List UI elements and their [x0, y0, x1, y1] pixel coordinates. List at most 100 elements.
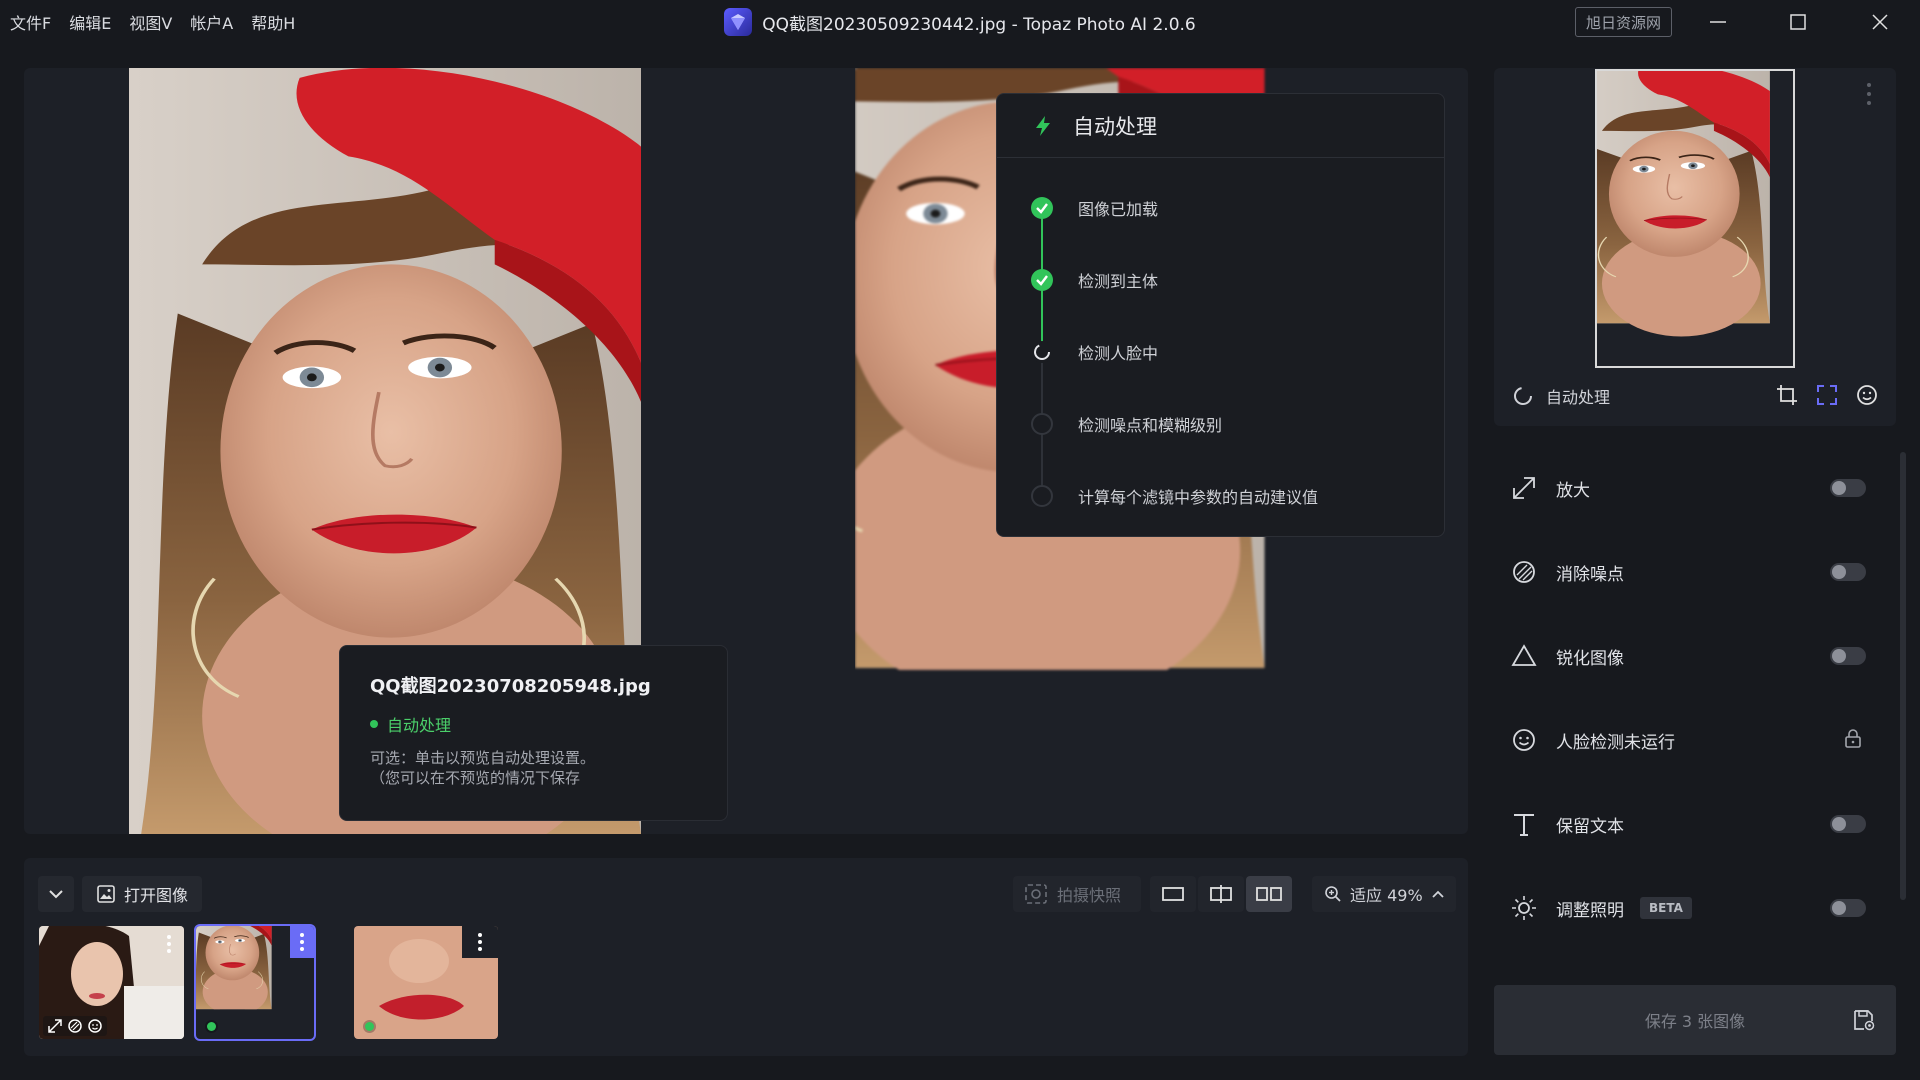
thumbnail-1[interactable]: [39, 926, 184, 1039]
fullscreen-icon[interactable]: [1816, 384, 1838, 406]
step-label: 计算每个滤镜中参数的自动建议值: [1078, 488, 1319, 507]
kebab-icon: [167, 935, 171, 953]
thumbnail-3-status-dot: [365, 1022, 374, 1031]
filter-text-toggle[interactable]: [1830, 815, 1866, 833]
filter-sharpen-label: 锐化图像: [1556, 648, 1624, 669]
filter-denoise-toggle[interactable]: [1830, 563, 1866, 581]
image-status: 自动处理: [370, 712, 697, 736]
filter-face-recovery[interactable]: 人脸检测未运行: [1494, 698, 1896, 782]
beta-badge: BETA: [1640, 897, 1692, 919]
filter-upscale[interactable]: 放大: [1494, 446, 1896, 530]
image-note-line-2: （您可以在不预览的情况下保存: [370, 769, 581, 787]
menu-help[interactable]: 帮助H: [251, 10, 295, 34]
thumbnail-2-status-dot: [207, 1022, 216, 1031]
filter-sharpen[interactable]: 锐化图像: [1494, 614, 1896, 698]
thumbnail-1-applied-filters: [43, 1016, 107, 1036]
upscale-icon: [48, 1019, 62, 1033]
minimize-icon: [1710, 21, 1726, 23]
face-icon: [1508, 724, 1540, 756]
chevron-down-icon: [49, 890, 63, 899]
filter-lighting-toggle[interactable]: [1830, 899, 1866, 917]
kebab-icon: [300, 933, 304, 951]
collapse-filmstrip-button[interactable]: [38, 876, 74, 912]
open-image-label: 打开图像: [124, 886, 189, 905]
save-images-button[interactable]: 保存 3 张图像: [1494, 985, 1896, 1055]
filter-list: 放大 消除噪点 锐化图像 人脸检测未运行 保留文本 调整照明 BETA: [1494, 446, 1896, 950]
split-view-button[interactable]: [1198, 876, 1244, 912]
maximize-button[interactable]: [1758, 0, 1838, 44]
autopilot-status[interactable]: 自动处理: [1512, 384, 1610, 408]
filter-denoise-label: 消除噪点: [1556, 564, 1624, 585]
filter-upscale-toggle[interactable]: [1830, 479, 1866, 497]
title-bar: 文件F 编辑E 视图V 帐户A 帮助H QQ截图20230509230442.j…: [0, 0, 1920, 44]
navigator-image: [1597, 71, 1793, 366]
text-icon: [1508, 808, 1540, 840]
step-compute-params: 计算每个滤镜中参数的自动建议值: [997, 460, 1444, 532]
thumbnail-3-menu-button[interactable]: [462, 926, 498, 958]
navigator-more-button[interactable]: [1866, 82, 1880, 110]
spinner-icon: [1031, 341, 1053, 363]
zoom-control[interactable]: 适应 49%: [1312, 876, 1456, 912]
thumbnail-2[interactable]: [194, 924, 316, 1041]
maximize-icon: [1790, 14, 1806, 30]
image-status-text: 自动处理: [387, 716, 452, 735]
image-filename: QQ截图20230708205948.jpg: [370, 676, 651, 697]
filmstrip-panel: 打开图像 拍摄快照 适应 49%: [24, 858, 1468, 1056]
step-label: 图像已加载: [1078, 200, 1159, 219]
filter-denoise[interactable]: 消除噪点: [1494, 530, 1896, 614]
app-logo-icon: [724, 8, 753, 36]
autopilot-title: 自动处理: [1073, 114, 1157, 139]
filter-face-label: 人脸检测未运行: [1556, 732, 1675, 753]
face-icon: [88, 1019, 102, 1033]
thumbnail-3[interactable]: [354, 926, 498, 1039]
autopilot-steps: 图像已加载 检测到主体 检测人脸中 检测噪点和模糊级别 计算每个滤镜中参数的自动…: [997, 158, 1444, 532]
step-detect-noise-blur: 检测噪点和模糊级别: [997, 388, 1444, 460]
sidebar-scrollbar[interactable]: [1900, 452, 1906, 900]
single-view-button[interactable]: [1150, 876, 1196, 912]
filter-sharpen-toggle[interactable]: [1830, 647, 1866, 665]
filter-preserve-text[interactable]: 保留文本: [1494, 782, 1896, 866]
single-view-icon: [1162, 887, 1184, 901]
lightning-icon: [1036, 115, 1050, 136]
kebab-icon: [478, 933, 482, 951]
filter-adjust-lighting[interactable]: 调整照明 BETA: [1494, 866, 1896, 950]
thumbnail-2-menu-button[interactable]: [290, 926, 314, 958]
step-subject-detected: 检测到主体: [997, 244, 1444, 316]
menu-edit[interactable]: 编辑E: [69, 10, 111, 34]
filter-upscale-label: 放大: [1556, 480, 1590, 501]
image-icon: [97, 885, 115, 903]
image-note: 可选：单击以预览自动处理设置。 （您可以在不预览的情况下保存: [370, 748, 697, 788]
navigator-panel: 自动处理: [1494, 68, 1896, 426]
minimize-button[interactable]: [1678, 0, 1758, 44]
face-icon[interactable]: [1856, 384, 1878, 406]
sharpen-icon: [1508, 640, 1540, 672]
open-image-button[interactable]: 打开图像: [82, 876, 203, 912]
menu-account[interactable]: 帐户A: [190, 10, 233, 34]
denoise-icon: [68, 1019, 82, 1033]
autopilot-header: 自动处理: [997, 94, 1444, 158]
window-title: QQ截图20230509230442.jpg - Topaz Photo AI …: [762, 14, 1196, 35]
autopilot-status-label: 自动处理: [1546, 388, 1611, 407]
status-dot: [370, 720, 378, 728]
image-info-card[interactable]: QQ截图20230708205948.jpg 自动处理 可选：单击以预览自动处理…: [339, 645, 728, 821]
filter-text-label: 保留文本: [1556, 816, 1624, 837]
menu-file[interactable]: 文件F: [10, 10, 51, 34]
close-window-button[interactable]: [1840, 0, 1920, 44]
lock-icon: [1844, 728, 1862, 752]
snapshot-button[interactable]: 拍摄快照: [1013, 876, 1141, 912]
crop-icon[interactable]: [1776, 384, 1798, 406]
step-detecting-faces: 检测人脸中: [997, 316, 1444, 388]
kebab-icon: [1867, 83, 1871, 105]
side-by-side-view-button[interactable]: [1246, 876, 1292, 912]
denoise-icon: [1508, 556, 1540, 588]
camera-icon: [1025, 884, 1047, 904]
split-view-icon: [1210, 885, 1232, 903]
upscale-icon: [1508, 472, 1540, 504]
thumbnail-1-menu-button[interactable]: [160, 930, 178, 958]
close-icon: [1872, 14, 1888, 30]
save-settings-icon[interactable]: [1852, 1008, 1876, 1036]
zoom-icon: [1325, 886, 1341, 902]
navigator-preview[interactable]: [1595, 69, 1795, 368]
menu-view[interactable]: 视图V: [129, 10, 172, 34]
save-images-label: 保存 3 张图像: [1644, 1012, 1746, 1031]
